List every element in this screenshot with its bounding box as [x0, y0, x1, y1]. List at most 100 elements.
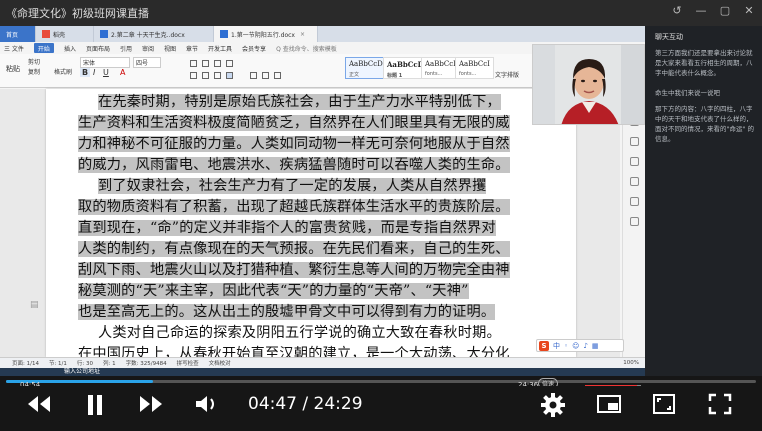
- style-fonts-2[interactable]: AaBbCcI fonts...: [455, 57, 494, 79]
- indent-increase-icon[interactable]: [226, 60, 233, 67]
- document-body[interactable]: 在先秦时期，特别是原始氏族社会，由于生产力水平特别低下， 生产资料和生活资料极度简…: [78, 92, 524, 365]
- video-frame[interactable]: 首页 稻壳 2.第二章 十天干生克..docx 1.第一节阴阳五行.docx × …: [0, 26, 645, 376]
- document-line[interactable]: 在先秦时期，特别是原始氏族社会，由于生产力水平特别低下，: [78, 92, 524, 113]
- font-size-select[interactable]: 四号: [133, 57, 161, 68]
- command-search[interactable]: Q 查找命令、搜索模板: [276, 44, 337, 53]
- copy-button[interactable]: 复制: [28, 67, 40, 76]
- align-left-icon[interactable]: [190, 72, 197, 79]
- menu-review[interactable]: 审阅: [142, 44, 154, 53]
- document-line[interactable]: 力和神秘不可征服的力量。人类如同动物一样无可奈何地服从于自然: [78, 134, 524, 155]
- clock-icon[interactable]: [630, 197, 639, 206]
- time-display: 04:47 / 24:29: [248, 394, 363, 414]
- menu-section[interactable]: 章节: [186, 44, 198, 53]
- document-line[interactable]: 也是至高无上的。这从出土的殷墟甲骨文中可以得到有力的证明。: [78, 302, 524, 323]
- line-text: 人类对自己命运的探索及阴阳五行学说的确立大致在春秋时期。: [98, 325, 501, 341]
- selected-text: 到了奴隶社会，社会生产力有了一定的发展，人类从自然界攫: [98, 178, 487, 194]
- menu-start[interactable]: 开始: [33, 43, 54, 53]
- paragraph-mark-icon: ▤: [30, 300, 39, 310]
- document-line[interactable]: 的威力，风雨雷电、地震洪水、疾病猛兽随时可以吞噬人类的生命。: [78, 155, 524, 176]
- wps-tab-bar: 首页 稻壳 2.第二章 十天干生克..docx 1.第一节阴阳五行.docx ×: [0, 26, 645, 42]
- menu-file[interactable]: 三 文件: [4, 44, 24, 53]
- document-line[interactable]: 生产资料和生活资料极度简陋贫乏，自然界在人们眼里具有无限的威: [78, 113, 524, 134]
- document-status-bar: 页面: 1/14 节: 1/1 行: 30 列: 1 字数: 325/9484 …: [0, 357, 645, 368]
- underline-button[interactable]: U: [103, 68, 109, 77]
- document-line[interactable]: 刮风下雨、地震火山以及打猎种植、繁衍生息等人间的万物完全由神: [78, 260, 524, 281]
- align-justify-icon[interactable]: [226, 72, 233, 79]
- refresh-icon[interactable]: ↺: [670, 4, 684, 17]
- theater-mode-icon[interactable]: [652, 393, 676, 415]
- numbered-list-icon[interactable]: [202, 60, 209, 67]
- fast-forward-icon[interactable]: [138, 394, 164, 414]
- menu-reference[interactable]: 引用: [120, 44, 132, 53]
- ime-emoji-icon[interactable]: ☺: [572, 342, 579, 350]
- minimize-icon[interactable]: —: [694, 4, 708, 17]
- menu-page-layout[interactable]: 页面布局: [86, 44, 110, 53]
- document-line[interactable]: 取的物质资料有了积蓄，出现了超越氏族群体生活水平的贵族阶层。: [78, 197, 524, 218]
- paste-button[interactable]: 粘贴: [6, 64, 20, 74]
- tab-document-1[interactable]: 1.第一节阴阳五行.docx ×: [214, 26, 318, 42]
- maximize-icon[interactable]: ▢: [718, 4, 732, 17]
- close-icon[interactable]: ✕: [742, 4, 756, 17]
- pause-icon[interactable]: [86, 394, 104, 416]
- menu-developer[interactable]: 开发工具: [208, 44, 232, 53]
- text-editing-button[interactable]: 文字排版: [495, 70, 519, 79]
- status-line: 行: 30: [76, 361, 94, 367]
- format-painter-button[interactable]: 格式刷: [54, 67, 72, 76]
- italic-button[interactable]: I: [93, 68, 95, 77]
- current-time: 04:47: [248, 394, 297, 414]
- tab-home[interactable]: 首页: [0, 26, 36, 42]
- zoom-level[interactable]: 100%: [623, 360, 645, 366]
- help-icon[interactable]: [630, 217, 639, 226]
- ime-keyboard-icon[interactable]: ▦: [592, 342, 599, 350]
- indent-decrease-icon[interactable]: [214, 60, 221, 67]
- picture-in-picture-icon[interactable]: [596, 394, 622, 414]
- chat-message: 命生中我们来说一说吧: [655, 89, 720, 97]
- cut-button[interactable]: 剪切: [28, 57, 40, 66]
- tab-document-2[interactable]: 2.第二章 十天干生克..docx: [94, 26, 214, 42]
- selected-text: 刮风下雨、地震火山以及打猎种植、繁衍生息等人间的万物完全由神: [78, 262, 510, 278]
- align-right-icon[interactable]: [214, 72, 221, 79]
- document-line[interactable]: 到了奴隶社会，社会生产力有了一定的发展，人类从自然界攫: [78, 176, 524, 197]
- align-center-icon[interactable]: [202, 72, 209, 79]
- bold-button[interactable]: B: [80, 68, 91, 77]
- document-page[interactable]: 在先秦时期，特别是原始氏族社会，由于生产力水平特别低下， 生产资料和生活资料极度简…: [46, 89, 576, 362]
- line-spacing-icon[interactable]: [250, 72, 257, 79]
- font-color-button[interactable]: A: [120, 68, 125, 77]
- font-name-select[interactable]: 宋体: [80, 57, 130, 68]
- chat-panel: 聊天互动 第三方面我们还是要拿出来讨论就是大家来看看五行相生的周期，八字中能代表…: [645, 26, 762, 376]
- windows-taskbar: 输入公司地址: [0, 368, 645, 376]
- volume-icon[interactable]: [194, 393, 220, 415]
- ime-mode[interactable]: 中: [553, 341, 560, 351]
- tab-docer[interactable]: 稻壳: [36, 26, 94, 42]
- taskbar-input-label[interactable]: 输入公司地址: [64, 368, 100, 376]
- borders-icon[interactable]: [274, 72, 281, 79]
- menu-view[interactable]: 视图: [164, 44, 176, 53]
- document-line[interactable]: 人类的制约，有点像现在的天气预报。在先民们看来，自己的生死、: [78, 239, 524, 260]
- ime-punct-icon[interactable]: ◦: [564, 342, 568, 350]
- bullet-list-icon[interactable]: [190, 60, 197, 67]
- status-doc-check[interactable]: 文档校对: [209, 359, 231, 367]
- shape-icon[interactable]: [630, 157, 639, 166]
- selected-text: 也是至高无上的。这从出土的殷墟甲骨文中可以得到有力的证明。: [78, 304, 496, 320]
- arrow-icon[interactable]: [630, 177, 639, 186]
- status-page[interactable]: 页面: 1/14: [12, 359, 39, 367]
- status-spell-check[interactable]: 拼写检查: [177, 359, 199, 367]
- shading-icon[interactable]: [262, 72, 269, 79]
- document-line[interactable]: 直到现在，“命”的定义并非指个人的富贵贫贱，而是专指自然界对: [78, 218, 524, 239]
- status-word-count[interactable]: 字数: 325/9484: [126, 359, 167, 367]
- menu-member[interactable]: 会员专享: [242, 44, 266, 53]
- selected-text: 取的物质资料有了积蓄，出现了超越氏族群体生活水平的贵族阶层。: [78, 199, 510, 215]
- pen-icon[interactable]: [630, 137, 639, 146]
- fullscreen-icon[interactable]: [708, 393, 732, 415]
- settings-gear-icon[interactable]: [540, 392, 566, 418]
- player-controls: 04:47 / 24:29: [0, 386, 762, 431]
- close-tab-icon[interactable]: ×: [300, 31, 305, 38]
- status-section: 节: 1/1: [48, 361, 67, 367]
- sogou-ime-bar[interactable]: S 中 ◦ ☺ ♪ ▦: [536, 339, 624, 352]
- document-line[interactable]: 人类对自己命运的探索及阴阳五行学说的确立大致在春秋时期。: [78, 323, 524, 344]
- ime-mic-icon[interactable]: ♪: [583, 342, 587, 350]
- selected-text: 直到现在，“命”的定义并非指个人的富贵贫贱，而是专指自然界对: [78, 220, 496, 236]
- document-line[interactable]: 秘莫测的“天”来主宰，因此代表“天”的力量的“天帝”、“天神”: [78, 281, 524, 302]
- rewind-icon[interactable]: [26, 394, 52, 414]
- menu-insert[interactable]: 插入: [64, 44, 76, 53]
